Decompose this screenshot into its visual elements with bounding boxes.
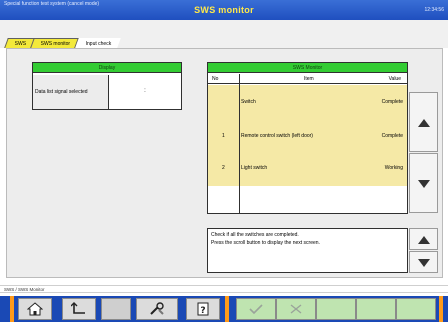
sws-monitor-table: SWS Monitor No Item Value Switch Complet… — [207, 62, 408, 214]
tools-icon — [150, 302, 164, 315]
window-title: SWS monitor — [194, 5, 254, 15]
column-no: No — [212, 76, 219, 82]
row-no: 2 — [222, 165, 225, 171]
help-button[interactable]: ? — [186, 298, 220, 320]
display-row-value: : — [144, 88, 146, 94]
row-item: Light switch — [241, 165, 268, 171]
message-line-1: Check if all the switches are completed. — [211, 232, 299, 238]
bottom-toolbar: ? — [0, 296, 448, 322]
tab-sws-monitor[interactable]: SWS monitor — [30, 38, 80, 48]
clock: 12:34:56 — [424, 7, 444, 13]
ok-icon — [249, 304, 263, 315]
column-item: Item — [304, 76, 314, 82]
message-box: Check if all the switches are completed.… — [207, 228, 408, 273]
row-value: Working — [384, 165, 403, 171]
column-value: Value — [388, 76, 401, 82]
help-icon: ? — [197, 302, 209, 316]
tools-button[interactable] — [136, 298, 178, 320]
display-table-row[interactable]: Data list signal selected : — [33, 75, 181, 109]
row-value: Complete — [381, 133, 403, 139]
arrow-down-icon — [418, 259, 430, 267]
arrow-down-icon — [418, 180, 430, 188]
column-headers: No Item Value — [208, 74, 407, 84]
sws-monitor-header: SWS Monitor — [208, 63, 407, 73]
row-item: Switch — [241, 99, 256, 105]
tab-strip: SWS SWS monitor Input check — [4, 38, 121, 48]
row-value: Complete — [381, 99, 403, 105]
message-scroll-down-button[interactable] — [409, 251, 438, 273]
table-scroll-down-button[interactable] — [409, 153, 438, 213]
display-table-header: Display — [33, 63, 181, 73]
toolbar-separator — [10, 296, 14, 322]
cancel-button[interactable] — [276, 298, 316, 320]
table-row[interactable]: Switch Complete — [208, 85, 407, 121]
blank-button[interactable] — [101, 298, 131, 320]
back-button[interactable] — [62, 298, 96, 320]
message-scroll-up-button[interactable] — [409, 228, 438, 250]
display-row-label: Data list signal selected — [33, 75, 109, 109]
toolbar-button-9[interactable] — [396, 298, 436, 320]
row-no: 1 — [222, 133, 225, 139]
table-row[interactable]: 2 Light switch Working — [208, 153, 407, 186]
row-item: Remote control switch (left door) — [241, 133, 313, 139]
cancel-icon — [290, 304, 302, 314]
title-bar: Special function test system (cancel mod… — [0, 0, 448, 20]
message-line-2: Press the scroll button to display the n… — [211, 240, 320, 246]
toolbar-button-8[interactable] — [356, 298, 396, 320]
back-icon — [71, 302, 85, 314]
toolbar-separator — [439, 296, 443, 322]
home-icon — [27, 302, 43, 316]
column-divider — [239, 74, 240, 214]
table-scroll-up-button[interactable] — [409, 92, 438, 152]
toolbar-separator — [225, 296, 229, 322]
tab-input-check[interactable]: Input check — [75, 38, 121, 48]
svg-text:?: ? — [200, 306, 205, 316]
arrow-up-icon — [418, 119, 430, 127]
home-button[interactable] — [18, 298, 52, 320]
toolbar-button-7[interactable] — [316, 298, 356, 320]
display-table: Display Data list signal selected : — [32, 62, 182, 110]
arrow-up-icon — [418, 236, 430, 244]
ok-button[interactable] — [236, 298, 276, 320]
status-line: SWS / SWS Monitor — [0, 285, 448, 293]
table-row[interactable]: 1 Remote control switch (left door) Comp… — [208, 121, 407, 153]
